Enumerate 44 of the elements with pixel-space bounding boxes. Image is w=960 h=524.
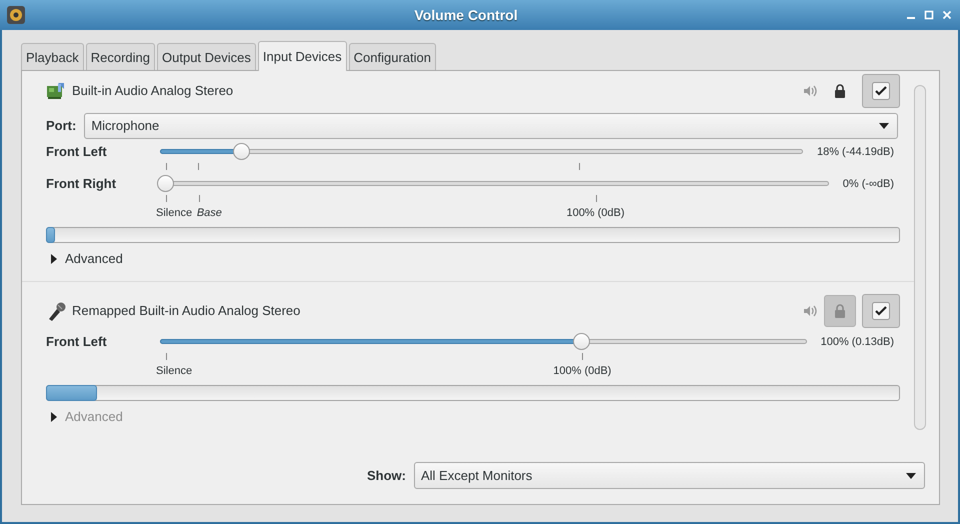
scale-label: Silence: [156, 364, 192, 379]
window-title: Volume Control: [413, 6, 519, 24]
show-label: Show:: [367, 466, 406, 485]
speaker-icon[interactable]: [802, 83, 818, 99]
port-dropdown[interactable]: Microphone: [84, 113, 898, 139]
volume-slider[interactable]: [160, 175, 829, 203]
checkbox-icon: [872, 302, 890, 320]
slider-handle[interactable]: [157, 175, 174, 192]
scale-label: Silence: [156, 206, 192, 221]
tab[interactable]: Input Devices: [258, 41, 347, 71]
scale-label: 100% (0dB): [566, 206, 625, 221]
volume-reading: 100% (0.13dB): [820, 335, 895, 350]
show-dropdown[interactable]: All Except Monitors: [414, 462, 925, 489]
scale-label: Base: [196, 206, 222, 221]
maximize-icon[interactable]: [924, 10, 934, 20]
channel-label: Front Left: [46, 333, 108, 351]
advanced-expander[interactable]: Advanced: [46, 249, 123, 269]
tab[interactable]: Configuration: [348, 43, 436, 70]
speaker-icon[interactable]: [802, 303, 818, 319]
tab[interactable]: Playback: [21, 43, 84, 70]
volume-slider[interactable]: [160, 143, 803, 171]
channel-label: Front Left: [46, 143, 108, 161]
lock-icon: [834, 84, 846, 98]
volume-reading: 0% (-∞dB): [842, 177, 895, 192]
tab[interactable]: Recording: [86, 43, 156, 70]
volume-slider[interactable]: [160, 333, 807, 361]
microphone-icon: [46, 301, 66, 321]
sound-card-icon: [46, 81, 66, 101]
channel-label: Front Right: [46, 175, 118, 193]
device-name: Remapped Built-in Audio Analog Stereo: [72, 302, 302, 320]
port-label: Port:: [46, 117, 76, 136]
checkbox-icon: [872, 82, 890, 100]
slider-handle[interactable]: [232, 143, 250, 160]
slider-handle[interactable]: [573, 333, 590, 350]
scale-label: 100% (0dB): [553, 364, 612, 379]
scrollbar[interactable]: [914, 85, 926, 430]
close-icon[interactable]: [942, 10, 952, 20]
device-name: Built-in Audio Analog Stereo: [72, 82, 234, 100]
default-checkbox-button[interactable]: [862, 74, 900, 108]
lock-icon: [834, 304, 846, 318]
default-checkbox-button[interactable]: [862, 294, 900, 328]
app-icon: [6, 5, 26, 25]
tab[interactable]: Output Devices: [157, 43, 256, 70]
volume-reading: 18% (-44.19dB): [816, 145, 895, 160]
